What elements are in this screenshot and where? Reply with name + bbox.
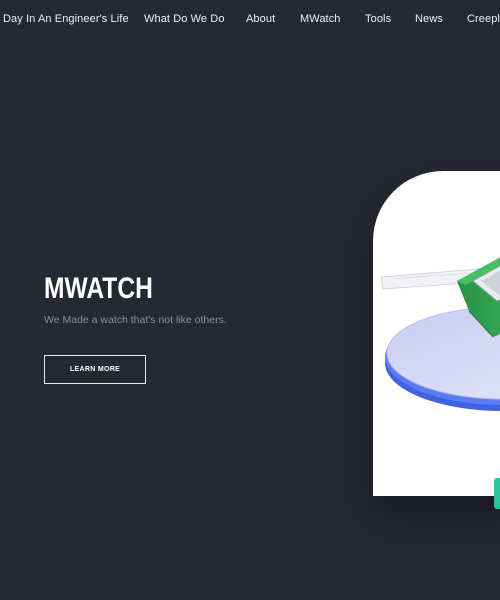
hero-subtitle: We Made a watch that's not like others.: [44, 314, 227, 326]
nav-item-mwatch[interactable]: MWatch: [300, 13, 341, 25]
watch-render-image: [380, 257, 500, 411]
top-nav: Day In An Engineer's Life What Do We Do …: [0, 0, 500, 40]
nav-item-tools[interactable]: Tools: [365, 13, 391, 25]
hero-title: MWATCH: [44, 272, 153, 305]
accent-tab[interactable]: [494, 478, 500, 509]
learn-more-button[interactable]: LEARN MORE: [44, 355, 146, 384]
page: Day In An Engineer's Life What Do We Do …: [0, 0, 500, 600]
nav-item-engineers-life[interactable]: Day In An Engineer's Life: [3, 13, 129, 25]
nav-item-about[interactable]: About: [246, 13, 275, 25]
product-image-card: [373, 171, 500, 496]
nav-item-news[interactable]: News: [415, 13, 443, 25]
nav-item-what-we-do[interactable]: What Do We Do: [144, 13, 225, 25]
nav-item-creeple[interactable]: Creeple: [467, 13, 500, 25]
